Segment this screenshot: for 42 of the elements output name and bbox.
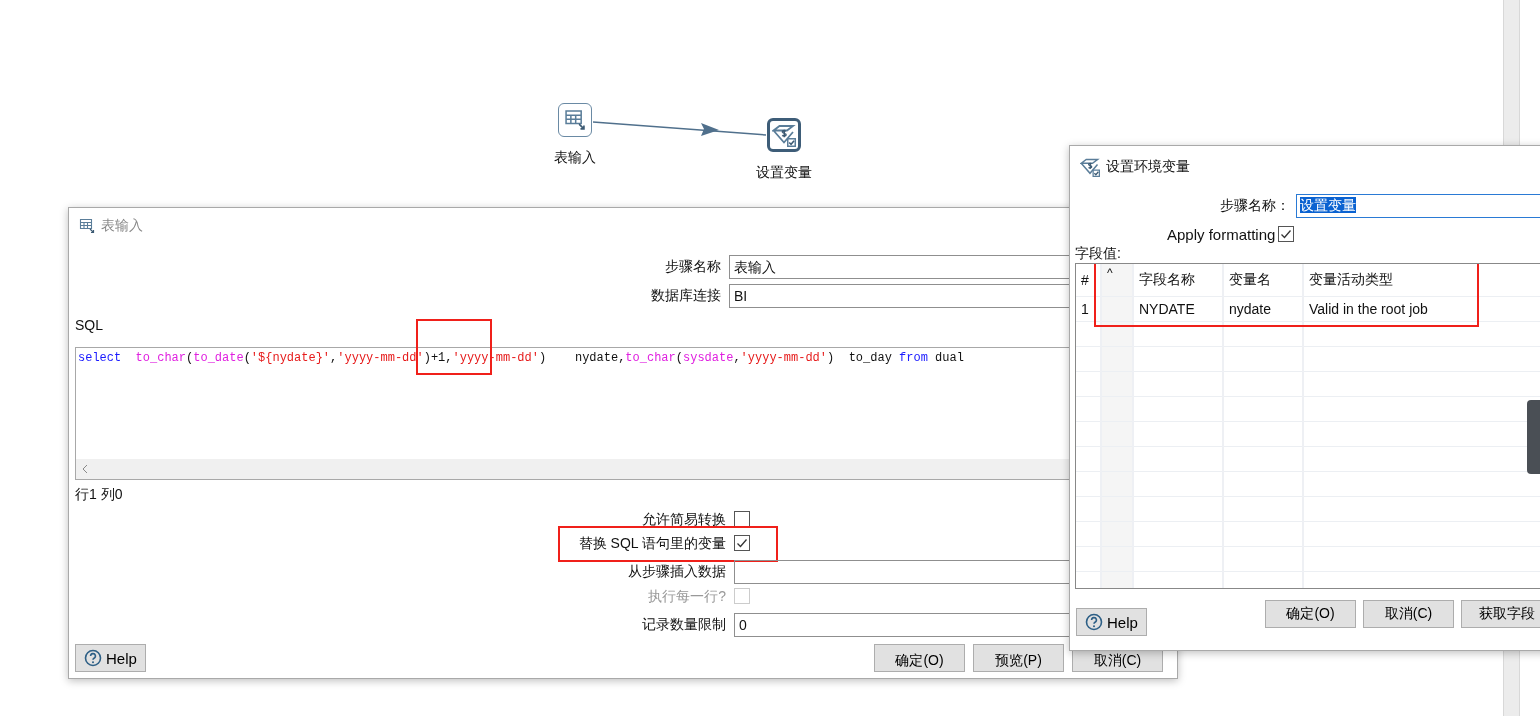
tag-icon (772, 123, 796, 147)
step-node[interactable] (767, 118, 801, 152)
help-button[interactable]: Help (75, 644, 146, 672)
dialog-button[interactable]: 确定(O) (874, 644, 965, 672)
checkbox-label: 执行每一行? (647, 588, 727, 606)
checkbox-label: 允许简易转换 (641, 511, 727, 529)
checkbox-label: 替换 SQL 语句里的变量 (577, 535, 727, 553)
window-title: 设置环境变量 (1106, 158, 1190, 176)
table-icon (564, 109, 586, 131)
dialog-button[interactable]: 预览(P) (973, 644, 1064, 672)
node-label: 设置变量 (756, 164, 812, 182)
cursor-position: 行1 列0 (75, 486, 124, 504)
field-label: 数据库连接 (650, 287, 722, 305)
checkbox[interactable] (1278, 226, 1295, 242)
tag-icon (1080, 157, 1100, 177)
dialog-button[interactable]: 取消(C) (1363, 600, 1454, 628)
table-cell: Valid in the root job (1309, 301, 1428, 317)
table-cell: nydate (1229, 301, 1272, 317)
dialog-button[interactable]: 确定(O) (1265, 600, 1356, 628)
step-node[interactable] (558, 103, 592, 137)
help-button[interactable]: Help (1076, 608, 1147, 636)
field-label: 记录数量限制 (641, 616, 727, 634)
level-meter-icon (1527, 400, 1540, 474)
column-header[interactable]: 变量名 (1229, 271, 1271, 287)
dialog-button[interactable]: 获取字段 (1461, 600, 1540, 628)
checkbox[interactable] (734, 510, 750, 527)
field-label: 从步骤插入数据 (627, 563, 727, 581)
input-field[interactable]: 设置变量 (1296, 194, 1540, 218)
help-icon (1085, 613, 1103, 631)
window-title: 表输入 (101, 217, 143, 235)
checkbox-label: Apply formatting (1167, 225, 1276, 243)
help-icon (84, 649, 102, 667)
section-label: SQL (75, 317, 104, 335)
table-icon (79, 218, 95, 234)
field-label: 步骤名称 (664, 258, 722, 276)
selected-text: 设置变量 (1300, 197, 1356, 213)
column-header[interactable]: 变量活动类型 (1309, 271, 1393, 287)
field-label: 步骤名称： (1219, 197, 1291, 215)
checkbox[interactable] (734, 535, 750, 551)
column-header[interactable]: ^ (1107, 266, 1113, 280)
node-label: 表输入 (554, 149, 596, 167)
scroll-left-icon[interactable] (82, 464, 88, 474)
